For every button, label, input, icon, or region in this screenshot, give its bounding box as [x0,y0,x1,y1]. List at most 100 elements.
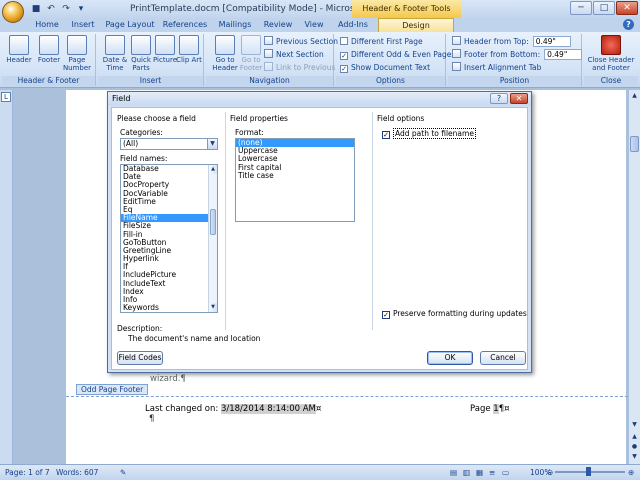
vertical-ruler [0,90,13,464]
last-changed-date-field[interactable]: 3/18/2014 8:14:00 AM [220,404,316,414]
tab-design[interactable]: Design [378,18,454,32]
format-item[interactable]: Title case [236,171,354,180]
next-page-icon[interactable]: ▼ [630,452,639,462]
page-number-icon [67,35,87,55]
scroll-thumb[interactable] [630,136,639,152]
ribbon: Header Footer Page Number Header & Foote… [0,32,640,88]
scroll-up-icon[interactable]: ▲ [209,165,217,174]
footer-from-bottom: Footer from Bottom: 0.49" [452,49,583,61]
tab-view[interactable]: View [300,18,328,32]
next-section-button[interactable]: Next Section [264,49,324,61]
undo-icon[interactable]: ↶ [45,3,57,15]
quick-access-toolbar: ■ ↶ ↷ ▾ [30,3,87,15]
paragraph-mark: ¶ [149,414,155,424]
dialog-close-button[interactable]: ✕ [510,93,528,104]
field-name-item[interactable]: EditTime [121,197,217,206]
footer-boundary [66,396,628,397]
field-properties-heading: Field properties [230,114,288,123]
cancel-button[interactable]: Cancel [480,351,526,365]
close-window-button[interactable]: ✕ [616,1,638,15]
office-button[interactable] [2,1,24,23]
description-label: Description: [117,324,163,333]
last-changed-line[interactable]: Last changed on: 3/18/2014 8:14:00 AM¤ [145,404,321,414]
field-names-list[interactable]: Database Date DocProperty DocVariable EditTi… [120,164,218,313]
scroll-up-icon[interactable]: ▲ [630,91,639,101]
minimize-button[interactable]: ─ [570,1,592,15]
alignment-tab-icon [452,62,461,71]
tab-insert[interactable]: Insert [66,18,100,32]
maximize-button[interactable]: □ [593,1,615,15]
save-icon[interactable]: ■ [30,3,42,15]
full-screen-reading-icon[interactable]: ▥ [463,465,470,480]
go-to-footer-button[interactable]: Go to Footer [234,35,268,75]
tab-page-layout[interactable]: Page Layout [104,18,156,32]
show-document-text-checkbox[interactable]: ✓ Show Document Text [340,62,430,74]
field-name-item[interactable]: Hyperlink [121,254,217,263]
page-count-status[interactable]: Page: 1 of 7 [5,465,50,480]
footer-from-bottom-input[interactable]: 0.49" [544,49,583,60]
categories-select[interactable]: (All) ▼ [120,138,218,150]
tab-references[interactable]: References [160,18,210,32]
title-bar: ■ ↶ ↷ ▾ PrintTemplate.docm [Compatibilit… [0,0,640,23]
zoom-out-icon[interactable]: ⊖ [547,465,553,480]
tab-review[interactable]: Review [260,18,296,32]
clip-art-button[interactable]: Clip Art [172,35,206,75]
chevron-down-icon[interactable]: ▼ [207,139,217,149]
description-text: The document's name and location [128,334,261,343]
clip-art-icon [179,35,199,55]
page-number-line[interactable]: Page 1¶¤ [470,404,510,414]
zoom-in-icon[interactable]: ⊕ [628,465,634,480]
scroll-down-icon[interactable]: ▼ [209,303,217,312]
help-icon[interactable]: ? [623,19,634,30]
header-from-top: Header from Top: 0.49" [452,36,571,48]
previous-section-icon [264,36,273,45]
different-first-page-checkbox[interactable]: Different First Page [340,36,423,48]
group-label-insert: Insert [98,76,203,86]
tab-add-ins[interactable]: Add-Ins [334,18,372,32]
status-bar: Page: 1 of 7 Words: 607 ✎ ▤ ▥ ▦ ≡ ▭ 100%… [0,464,640,480]
web-layout-icon[interactable]: ▦ [476,465,483,480]
word-count-status[interactable]: Words: 607 [56,465,98,480]
field-codes-button[interactable]: Field Codes [117,351,163,365]
column-divider [225,112,226,330]
zoom-slider-knob[interactable] [586,467,591,476]
ok-button[interactable]: OK [427,351,473,365]
group-insert: Date & Time Quick Parts Picture Clip Art… [98,34,204,86]
customize-qat-icon[interactable]: ▾ [75,3,87,15]
group-options: Different First Page ✓ Different Odd & Ev… [336,34,455,86]
document-body-text: wizard.¶ [150,374,186,384]
field-list-scrollbar[interactable]: ▲ ▼ [208,165,217,312]
insert-alignment-tab-button[interactable]: Insert Alignment Tab [452,62,541,74]
field-names-label: Field names: [120,154,168,163]
different-odd-even-checkbox[interactable]: ✓ Different Odd & Even Pages [340,49,455,61]
dialog-help-button[interactable]: ? [490,93,508,104]
page-number-button[interactable]: Page Number [60,35,94,75]
link-to-previous-button[interactable]: Link to Previous [264,62,335,74]
previous-section-button[interactable]: Previous Section [264,36,338,48]
tab-home[interactable]: Home [32,18,62,32]
scroll-thumb[interactable] [210,209,216,235]
redo-icon[interactable]: ↷ [60,3,72,15]
format-list[interactable]: (none) Uppercase Lowercase First capital Tit… [235,138,355,222]
close-header-footer-button[interactable]: Close Header and Footer [586,35,636,75]
field-name-item[interactable]: Keywords [121,303,217,312]
print-layout-icon[interactable]: ▤ [450,465,457,480]
outline-icon[interactable]: ≡ [489,465,495,480]
proofing-icon[interactable]: ✎ [120,465,126,480]
header-button[interactable]: Header [2,35,36,75]
footer-icon [39,35,59,55]
preserve-formatting-checkbox[interactable]: ✓ Preserve formatting during updates [382,309,527,319]
tab-selector-icon[interactable]: L [1,92,11,102]
add-path-checkbox[interactable]: ✓ Add path to filename [382,128,476,139]
header-from-top-input[interactable]: 0.49" [532,36,571,47]
select-browse-object-icon[interactable]: ● [630,442,639,452]
tab-mailings[interactable]: Mailings [214,18,256,32]
vertical-scrollbar[interactable]: ▲ ▼ ▲ ● ▼ [628,90,640,464]
previous-page-icon[interactable]: ▲ [630,432,639,442]
field-options-heading: Field options [377,114,425,123]
scroll-down-icon[interactable]: ▼ [630,420,639,430]
group-label-close: Close [584,76,638,86]
checkmark-icon: ✓ [340,52,348,60]
dialog-body: Please choose a field Categories: (All) … [111,107,528,370]
draft-icon[interactable]: ▭ [502,465,509,480]
